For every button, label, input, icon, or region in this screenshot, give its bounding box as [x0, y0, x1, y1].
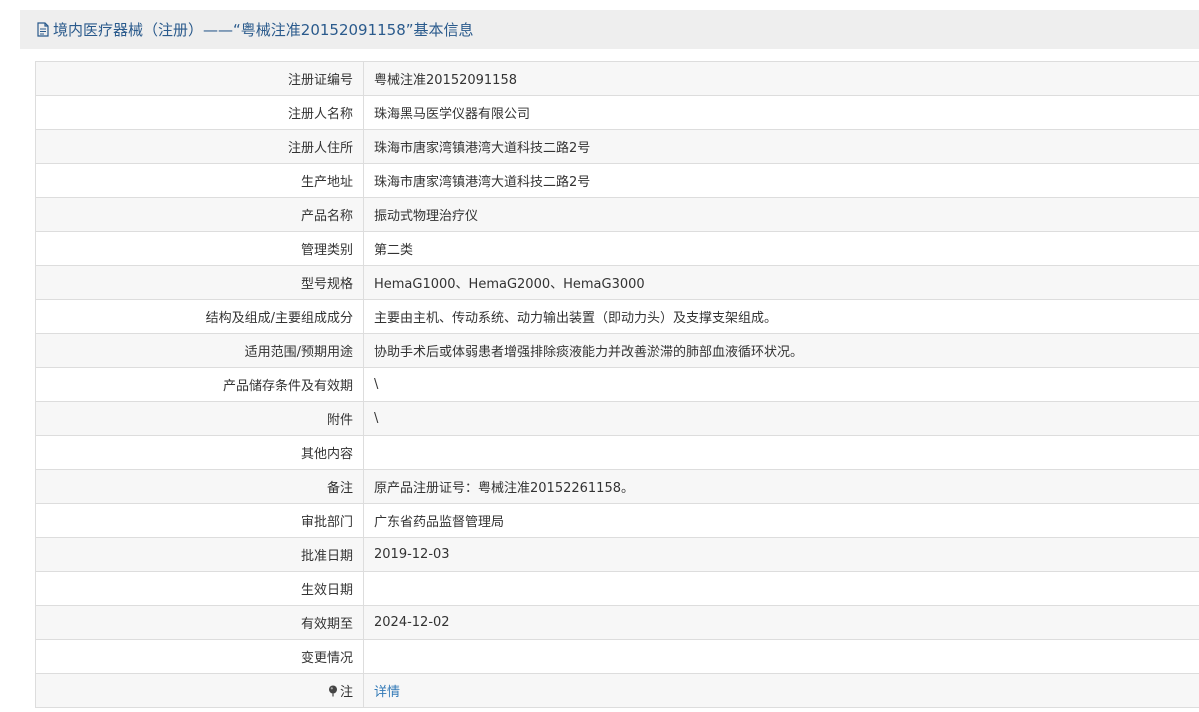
row-label: 生产地址 [35, 163, 364, 198]
row-label: 产品储存条件及有效期 [35, 367, 364, 402]
row-label: 适用范围/预期用途 [35, 333, 364, 368]
row-label: 变更情况 [35, 639, 364, 674]
page: 境内医疗器械（注册）——“粤械注准20152091158”基本信息 注册证编号粤… [0, 0, 1199, 712]
details-link[interactable]: 详情 [374, 685, 400, 700]
row-label: 结构及组成/主要组成成分 [35, 299, 364, 334]
table-row: 产品储存条件及有效期 \ [35, 367, 1199, 402]
row-label: 其他内容 [35, 435, 364, 470]
row-value: \ [363, 401, 1199, 436]
table-row: 有效期至 2024-12-02 [35, 605, 1199, 640]
row-value [363, 639, 1199, 674]
table-row: 结构及组成/主要组成成分 主要由主机、传动系统、动力输出装置（即动力头）及支撑支架… [35, 299, 1199, 334]
row-value: 原产品注册证号：粤械注准20152261158。 [363, 469, 1199, 504]
pin-icon [328, 685, 338, 697]
row-value: \ [363, 367, 1199, 402]
table-row: 审批部门 广东省药品监督管理局 [35, 503, 1199, 538]
table-row: 其他内容 [35, 435, 1199, 470]
row-value: 粤械注准20152091158 [363, 61, 1199, 96]
table-row: 附件 \ [35, 401, 1199, 436]
info-table: 注册证编号 粤械注准20152091158 注册人名称 珠海黑马医学仪器有限公司 注册人… [35, 61, 1199, 708]
row-value: 广东省药品监督管理局 [363, 503, 1199, 538]
row-value: 珠海黑马医学仪器有限公司 [363, 95, 1199, 130]
table-row: 批准日期 2019-12-03 [35, 537, 1199, 572]
row-label: 注册人住所 [35, 129, 364, 164]
table-row: 注册人住所 珠海市唐家湾镇港湾大道科技二路2号 [35, 129, 1199, 164]
table-row: 注册人名称 珠海黑马医学仪器有限公司 [35, 95, 1199, 130]
note-label: 注 [339, 685, 353, 700]
row-label: 生效日期 [35, 571, 364, 606]
table-row: 生效日期 [35, 571, 1199, 606]
row-label: 型号规格 [35, 265, 364, 300]
row-value: 振动式物理治疗仪 [363, 197, 1199, 232]
row-value [363, 571, 1199, 606]
row-value: 珠海市唐家湾镇港湾大道科技二路2号 [363, 129, 1199, 164]
row-label: 管理类别 [35, 231, 364, 266]
document-icon [36, 22, 50, 37]
table-row: 注册证编号 粤械注准20152091158 [35, 61, 1199, 96]
row-label: 审批部门 [35, 503, 364, 538]
table-row: 生产地址 珠海市唐家湾镇港湾大道科技二路2号 [35, 163, 1199, 198]
row-label: 产品名称 [35, 197, 364, 232]
row-label: 有效期至 [35, 605, 364, 640]
row-value: 协助手术后或体弱患者增强排除痰液能力并改善淤滞的肺部血液循环状况。 [363, 333, 1199, 368]
table-row-note: 注 详情 [35, 673, 1199, 708]
row-value: 第二类 [363, 231, 1199, 266]
row-value: HemaG1000、HemaG2000、HemaG3000 [363, 265, 1199, 300]
row-label: 注册人名称 [35, 95, 364, 130]
table-row: 产品名称 振动式物理治疗仪 [35, 197, 1199, 232]
row-label: 批准日期 [35, 537, 364, 572]
row-value: 主要由主机、传动系统、动力输出装置（即动力头）及支撑支架组成。 [363, 299, 1199, 334]
table-row: 适用范围/预期用途 协助手术后或体弱患者增强排除痰液能力并改善淤滞的肺部血液循环状… [35, 333, 1199, 368]
page-title: 境内医疗器械（注册）——“粤械注准20152091158”基本信息 [53, 21, 474, 39]
row-label-note: 注 [35, 673, 364, 708]
row-value [363, 435, 1199, 470]
row-label: 注册证编号 [35, 61, 364, 96]
page-title-bar: 境内医疗器械（注册）——“粤械注准20152091158”基本信息 [20, 10, 1199, 49]
table-row: 备注 原产品注册证号：粤械注准20152261158。 [35, 469, 1199, 504]
row-label: 附件 [35, 401, 364, 436]
table-row: 变更情况 [35, 639, 1199, 674]
row-label: 备注 [35, 469, 364, 504]
row-value: 2024-12-02 [363, 605, 1199, 640]
row-value: 珠海市唐家湾镇港湾大道科技二路2号 [363, 163, 1199, 198]
table-row: 管理类别 第二类 [35, 231, 1199, 266]
table-row: 型号规格 HemaG1000、HemaG2000、HemaG3000 [35, 265, 1199, 300]
info-table-wrapper: 注册证编号 粤械注准20152091158 注册人名称 珠海黑马医学仪器有限公司 注册人… [35, 61, 1199, 708]
row-value-note: 详情 [363, 673, 1199, 708]
row-value: 2019-12-03 [363, 537, 1199, 572]
